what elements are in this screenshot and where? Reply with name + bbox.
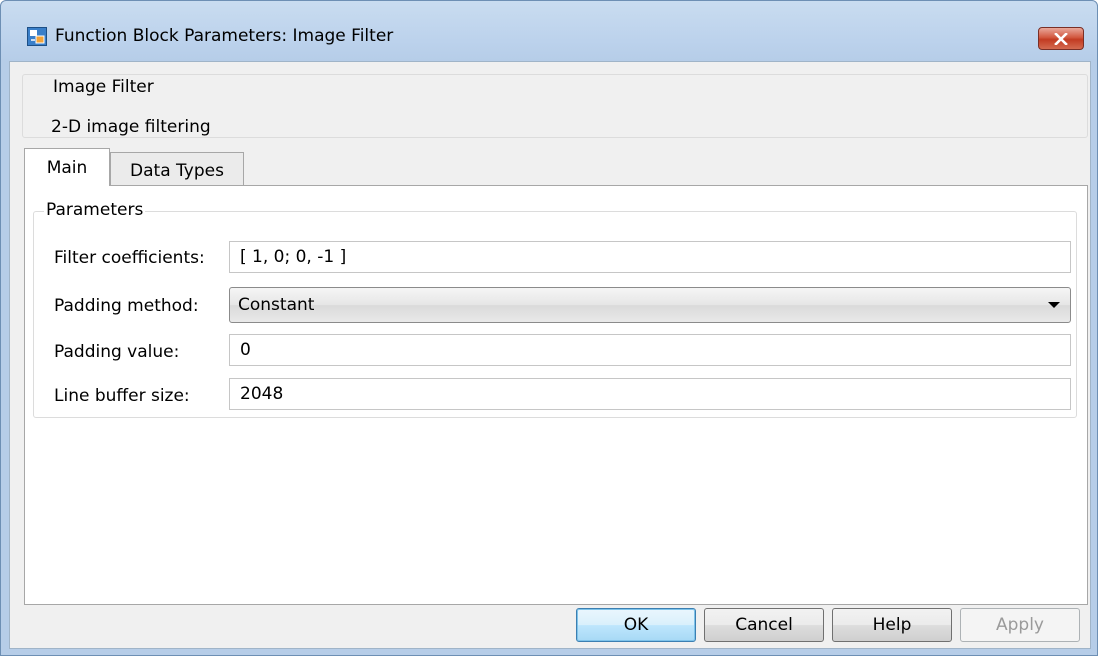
close-button[interactable] (1038, 27, 1084, 50)
line-buffer-size-value: 2048 (240, 384, 284, 404)
tab-panel-main: Parameters Filter coefficients: [ 1, 0; … (24, 185, 1088, 605)
chevron-down-icon (1048, 302, 1060, 308)
block-description-group: Image Filter 2-D image filtering (22, 74, 1088, 138)
dialog-window: Function Block Parameters: Image Filter … (0, 0, 1098, 656)
close-icon (1054, 32, 1068, 45)
help-button[interactable]: Help (832, 608, 952, 642)
title-bar[interactable]: Function Block Parameters: Image Filter (1, 1, 1097, 61)
padding-method-value: Constant (238, 295, 315, 315)
tab-main-label: Main (46, 157, 88, 178)
padding-method-select[interactable]: Constant (229, 287, 1071, 323)
dialog-client-area: Image Filter 2-D image filtering Main Da… (9, 61, 1091, 649)
parameters-group: Parameters Filter coefficients: [ 1, 0; … (33, 200, 1077, 418)
ok-button[interactable]: OK (576, 608, 696, 642)
padding-value-label: Padding value: (54, 342, 180, 362)
cancel-button[interactable]: Cancel (704, 608, 824, 642)
padding-value-value: 0 (240, 340, 251, 360)
padding-method-label: Padding method: (54, 296, 199, 316)
apply-button[interactable]: Apply (960, 608, 1080, 642)
line-buffer-size-field[interactable]: 2048 (229, 378, 1071, 410)
window-title: Function Block Parameters: Image Filter (55, 26, 394, 46)
block-description-text: 2-D image filtering (51, 117, 211, 137)
help-button-label: Help (872, 615, 912, 635)
ok-button-label: OK (623, 615, 649, 635)
filter-coefficients-field[interactable]: [ 1, 0; 0, -1 ] (229, 241, 1071, 273)
line-buffer-size-label: Line buffer size: (54, 386, 190, 406)
parameters-group-label: Parameters (44, 200, 146, 220)
padding-value-field[interactable]: 0 (229, 334, 1071, 366)
tab-main[interactable]: Main (24, 148, 110, 186)
tab-data-types-label: Data Types (130, 160, 224, 181)
filter-coefficients-label: Filter coefficients: (54, 248, 205, 268)
cancel-button-label: Cancel (735, 615, 793, 635)
simulink-block-icon (27, 27, 47, 46)
block-name-label: Image Filter (51, 77, 156, 97)
filter-coefficients-value: [ 1, 0; 0, -1 ] (240, 247, 347, 267)
apply-button-label: Apply (996, 615, 1044, 635)
tab-data-types[interactable]: Data Types (110, 152, 244, 188)
